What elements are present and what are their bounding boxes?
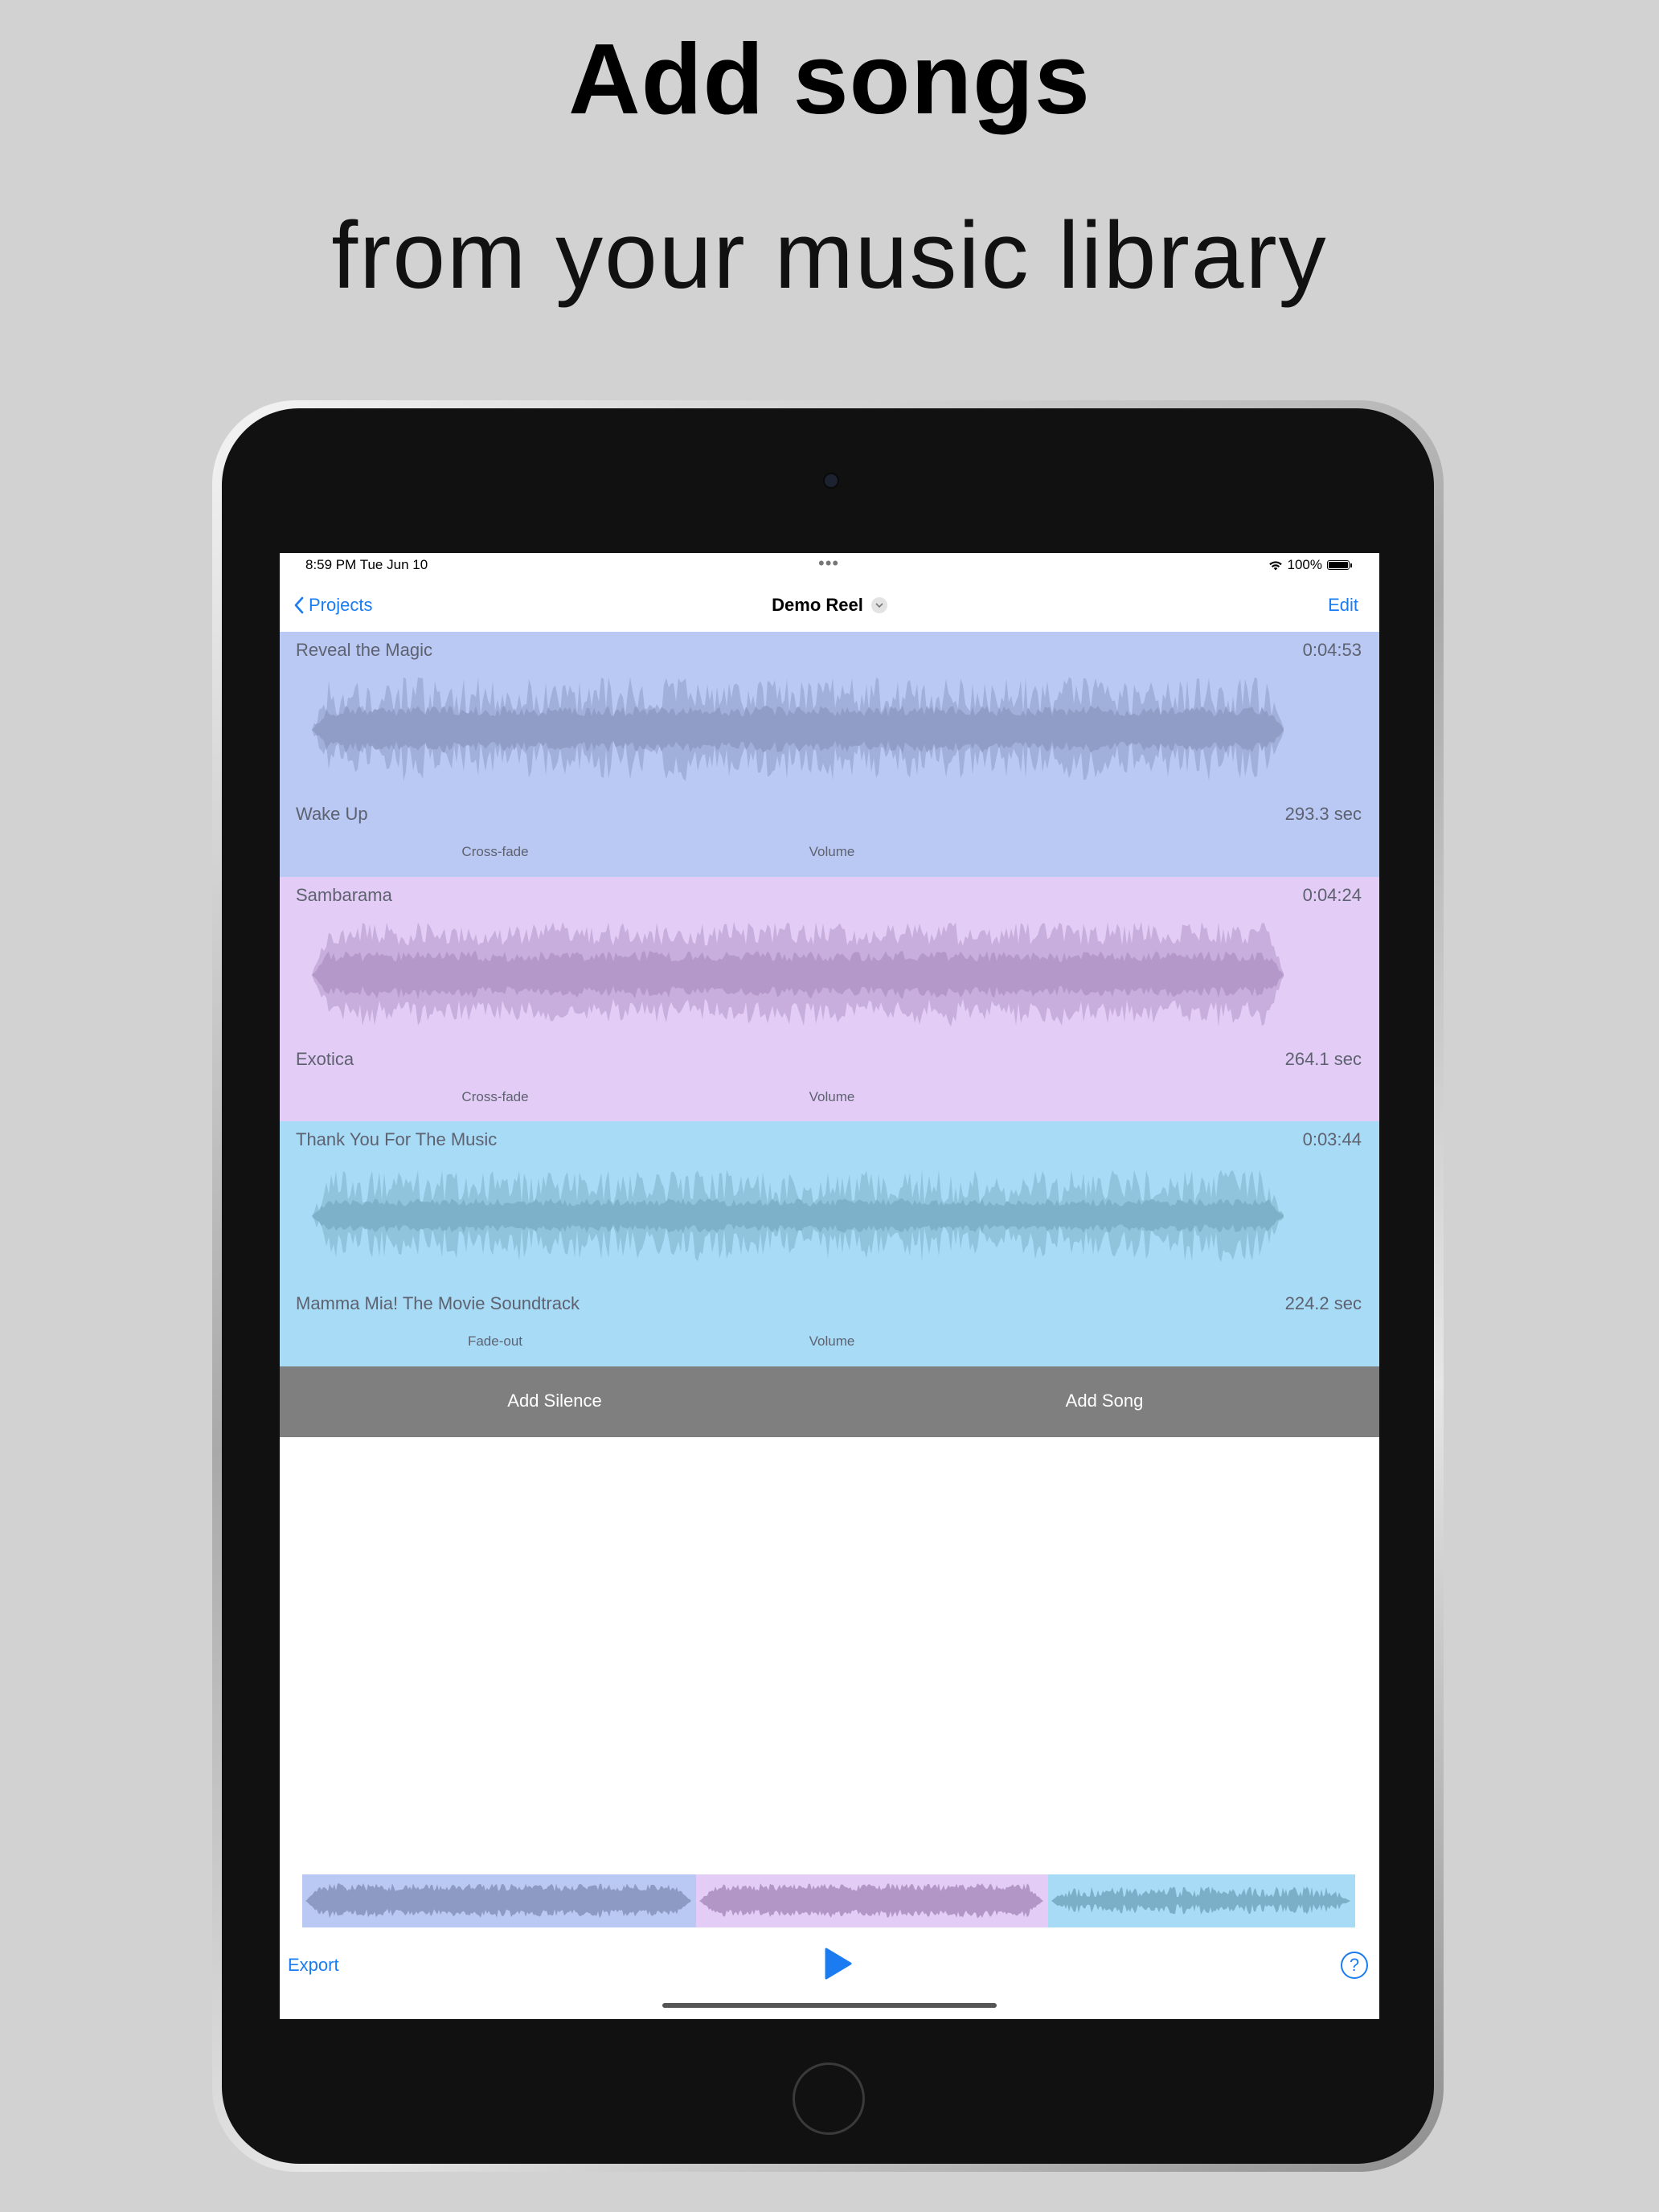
track-row[interactable]: Reveal the Magic 0:04:53 Wake Up 293.3 s…	[280, 632, 1379, 877]
volume-control[interactable]: Volume	[772, 1089, 892, 1105]
track-album: Wake Up	[296, 804, 368, 824]
multitasking-dots[interactable]: •••	[818, 553, 839, 574]
home-indicator	[662, 2003, 997, 2008]
app-screen: 8:59 PM Tue Jun 10 ••• 100% Projects Dem…	[280, 553, 1379, 2019]
track-duration: 0:03:44	[1302, 1129, 1362, 1149]
track-album: Mamma Mia! The Movie Soundtrack	[296, 1293, 580, 1313]
track-length: 264.1 sec	[1284, 1049, 1362, 1069]
add-song-button[interactable]: Add Song	[830, 1391, 1379, 1411]
track-title: Reveal the Magic	[296, 640, 432, 660]
status-right: 100%	[1268, 557, 1352, 573]
edit-button[interactable]: Edit	[1328, 595, 1358, 616]
waveform[interactable]	[312, 877, 1349, 1122]
volume-control[interactable]: Volume	[772, 844, 892, 860]
transition-control[interactable]: Cross-fade	[431, 844, 559, 860]
waveform[interactable]	[312, 1121, 1349, 1366]
transition-control[interactable]: Cross-fade	[431, 1089, 559, 1105]
status-bar: 8:59 PM Tue Jun 10 ••• 100%	[280, 553, 1379, 577]
timeline-overview[interactable]	[302, 1874, 1355, 1927]
chevron-down-icon	[870, 597, 887, 613]
track-length: 224.2 sec	[1284, 1293, 1362, 1313]
waveform[interactable]	[312, 632, 1349, 877]
home-button[interactable]	[793, 2062, 865, 2135]
headline: Add songs	[568, 24, 1091, 135]
project-title-menu[interactable]: Demo Reel	[280, 595, 1379, 616]
battery-tip	[1350, 563, 1352, 567]
status-time: 8:59 PM Tue Jun 10	[305, 557, 428, 572]
battery-percent: 100%	[1287, 557, 1322, 572]
subheadline: from your music library	[331, 203, 1328, 309]
track-row[interactable]: Thank You For The Music 0:03:44 Mamma Mi…	[280, 1121, 1379, 1366]
track-row[interactable]: Sambarama 0:04:24 Exotica 264.1 sec Cros…	[280, 877, 1379, 1122]
export-button[interactable]: Export	[288, 1955, 339, 1976]
transition-control[interactable]: Fade-out	[431, 1333, 559, 1350]
battery-icon	[1327, 560, 1350, 570]
track-title: Sambarama	[296, 885, 392, 905]
wifi-icon	[1268, 560, 1282, 570]
volume-control[interactable]: Volume	[772, 1333, 892, 1350]
track-duration: 0:04:24	[1302, 885, 1362, 905]
action-bar: Add Silence Add Song	[280, 1366, 1379, 1437]
track-duration: 0:04:53	[1302, 640, 1362, 660]
track-title: Thank You For The Music	[296, 1129, 498, 1149]
track-length: 293.3 sec	[1284, 804, 1362, 824]
help-button[interactable]: ?	[1341, 1952, 1368, 1979]
front-camera	[823, 473, 839, 489]
navigation-bar: Projects Demo Reel Edit	[280, 577, 1379, 632]
page-title: Demo Reel	[772, 595, 863, 615]
question-mark-icon: ?	[1349, 1955, 1360, 1975]
bottom-toolbar: Export ?	[280, 1927, 1379, 1992]
track-album: Exotica	[296, 1049, 354, 1069]
play-icon[interactable]	[821, 1947, 854, 1981]
add-silence-button[interactable]: Add Silence	[280, 1391, 830, 1411]
